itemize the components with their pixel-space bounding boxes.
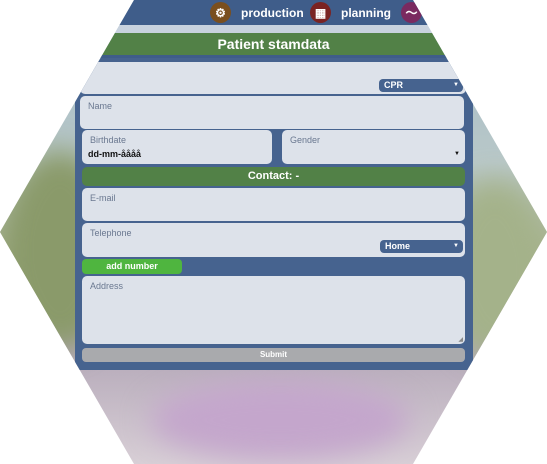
calendar-icon: ▦ — [310, 2, 331, 23]
gender-label: Gender — [290, 135, 321, 145]
phone-type-value: Home — [385, 241, 411, 251]
chevron-down-icon: ▼ — [453, 82, 459, 88]
background-blob — [150, 380, 410, 460]
name-label: Name — [88, 101, 113, 111]
submit-button[interactable]: Submit — [82, 348, 465, 362]
id-type-select[interactable]: CPR ▼ — [379, 79, 463, 92]
chevron-down-icon: ▼ — [453, 243, 459, 249]
resize-handle-icon[interactable]: ◢ — [458, 336, 463, 343]
birthdate-value: dd-mm-åååå — [88, 149, 142, 159]
nav-statistics[interactable]: 〜 — [401, 2, 422, 23]
patient-form: CPR ▼ Name Birthdate dd-mm-åååå Gender ▼ … — [75, 58, 473, 370]
add-number-button[interactable]: add number — [82, 259, 182, 274]
contact-header: Contact: - — [82, 167, 465, 186]
name-input[interactable]: Name — [80, 96, 464, 129]
id-field: CPR ▼ — [80, 62, 466, 94]
address-textarea[interactable]: Address ◢ — [82, 276, 465, 344]
phone-type-select[interactable]: Home ▼ — [380, 240, 463, 253]
email-input[interactable]: E-mail — [82, 188, 465, 221]
id-type-value: CPR — [384, 80, 404, 90]
nav-label: planning — [341, 5, 391, 20]
nav-production[interactable]: ⚙ production — [210, 2, 304, 23]
address-label: Address — [90, 281, 124, 291]
gears-icon: ⚙ — [210, 2, 231, 23]
hexagon-frame: ⚙ production ▦ planning 〜 Patient stamda… — [0, 0, 547, 464]
birthdate-label: Birthdate — [90, 135, 127, 145]
telephone-input[interactable]: Telephone Home ▼ — [82, 223, 465, 257]
page-title: Patient stamdata — [0, 33, 547, 58]
email-label: E-mail — [90, 193, 116, 203]
birthdate-input[interactable]: Birthdate dd-mm-åååå — [82, 130, 272, 164]
gender-select[interactable]: Gender ▼ — [282, 130, 465, 164]
top-nav: ⚙ production ▦ planning 〜 — [0, 0, 547, 25]
nav-planning[interactable]: ▦ planning — [310, 2, 391, 23]
telephone-label: Telephone — [90, 228, 132, 238]
nav-label: production — [241, 5, 304, 20]
divider — [0, 25, 547, 33]
chevron-down-icon: ▼ — [454, 151, 460, 157]
chart-line-icon: 〜 — [401, 2, 422, 23]
